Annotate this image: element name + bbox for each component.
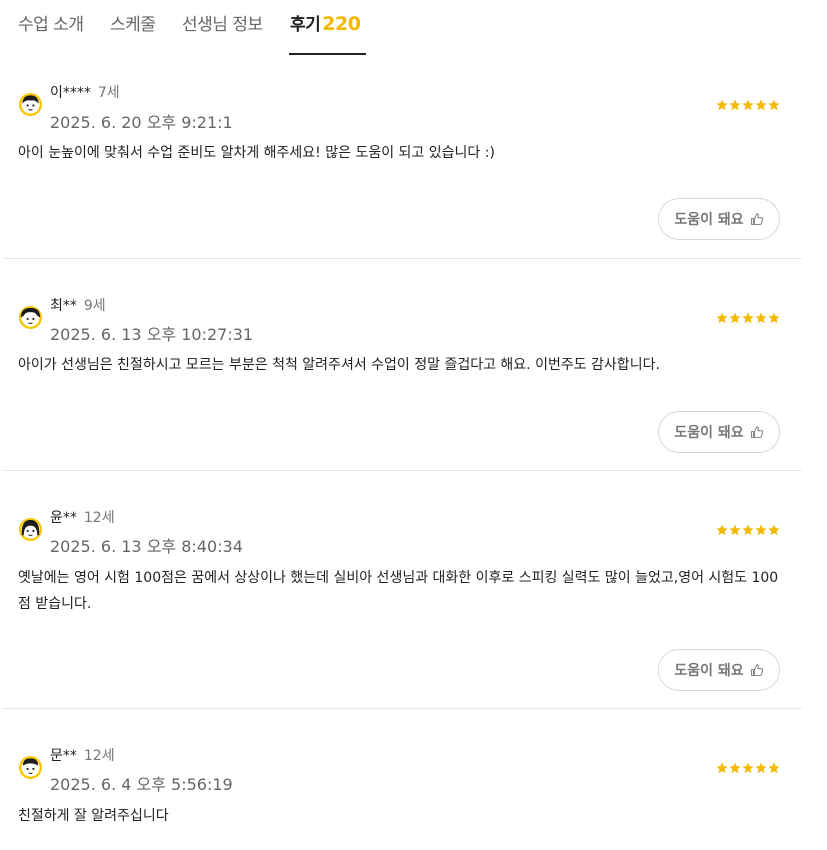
tab-reviews-label: 후기 — [290, 15, 321, 35]
star-icon — [716, 312, 728, 324]
star-icon — [716, 99, 728, 111]
helpful-button[interactable]: 도움이 돼요 — [658, 649, 780, 691]
avatar-icon — [18, 517, 43, 542]
review-author: 이**** 7세 — [50, 82, 120, 102]
avatar-icon — [18, 305, 43, 330]
helpful-label: 도움이 돼요 — [674, 663, 744, 679]
review-author: 최** 9세 — [50, 295, 106, 315]
author-name: 윤** — [50, 510, 77, 526]
star-icon — [768, 762, 780, 774]
review-text: 아이가 선생님은 친절하시고 모르는 부분은 척척 알려주셔서 수업이 정말 즐… — [18, 357, 660, 373]
review-date: 2025. 6. 20 오후 9:21:1 — [50, 113, 233, 132]
star-icon — [742, 524, 754, 536]
author-age: 9세 — [83, 298, 106, 314]
helpful-label: 도움이 돼요 — [674, 425, 744, 441]
review-text: 친절하게 잘 알려주십니다 — [18, 808, 169, 824]
star-icon — [755, 99, 767, 111]
star-icon — [729, 99, 741, 111]
review-divider — [3, 258, 802, 259]
avatar-icon — [18, 755, 43, 780]
thumbs-up-icon — [750, 426, 763, 439]
rating-stars — [716, 99, 780, 111]
star-icon — [755, 524, 767, 536]
star-icon — [729, 312, 741, 324]
author-name: 문** — [50, 748, 77, 764]
rating-stars — [716, 524, 780, 536]
star-icon — [755, 762, 767, 774]
star-icon — [716, 524, 728, 536]
author-age: 12세 — [83, 510, 115, 526]
star-icon — [768, 524, 780, 536]
review-author: 윤** 12세 — [50, 507, 115, 527]
star-icon — [742, 99, 754, 111]
active-tab-indicator — [289, 53, 366, 55]
review-count: 220 — [322, 13, 361, 35]
review-text: 아이 눈높이에 맞춰서 수업 준비도 알차게 해주세요! 많은 도움이 되고 있… — [18, 145, 495, 161]
star-icon — [716, 762, 728, 774]
review-author: 문** 12세 — [50, 745, 115, 765]
star-icon — [742, 312, 754, 324]
rating-stars — [716, 762, 780, 774]
helpful-button[interactable]: 도움이 돼요 — [658, 411, 780, 453]
star-icon — [729, 524, 741, 536]
star-icon — [768, 312, 780, 324]
tab-class-intro[interactable]: 수업 소개 — [18, 10, 84, 35]
star-icon — [768, 99, 780, 111]
tab-teacher-info[interactable]: 선생님 정보 — [182, 10, 263, 35]
thumbs-up-icon — [750, 213, 763, 226]
review-divider — [3, 708, 802, 709]
review-divider — [3, 470, 802, 471]
author-name: 최** — [50, 298, 77, 314]
avatar-icon — [18, 92, 43, 117]
review-date: 2025. 6. 4 오후 5:56:19 — [50, 775, 233, 794]
tab-schedule[interactable]: 스케줄 — [110, 10, 156, 35]
star-icon — [742, 762, 754, 774]
review-text: 옛날에는 영어 시험 100점은 꿈에서 상상이나 했는데 실비아 선생님과 대… — [18, 570, 779, 612]
review-date: 2025. 6. 13 오후 10:27:31 — [50, 325, 254, 344]
star-icon — [729, 762, 741, 774]
review-date: 2025. 6. 13 오후 8:40:34 — [50, 537, 243, 556]
rating-stars — [716, 312, 780, 324]
author-age: 12세 — [83, 748, 115, 764]
author-name: 이**** — [50, 85, 91, 101]
author-age: 7세 — [97, 85, 120, 101]
helpful-label: 도움이 돼요 — [674, 212, 744, 228]
thumbs-up-icon — [750, 664, 763, 677]
tab-reviews[interactable]: 후기 220 — [290, 10, 361, 35]
helpful-button[interactable]: 도움이 돼요 — [658, 198, 780, 240]
tab-bar: 수업 소개 스케줄 선생님 정보 후기 220 — [0, 0, 827, 56]
star-icon — [755, 312, 767, 324]
